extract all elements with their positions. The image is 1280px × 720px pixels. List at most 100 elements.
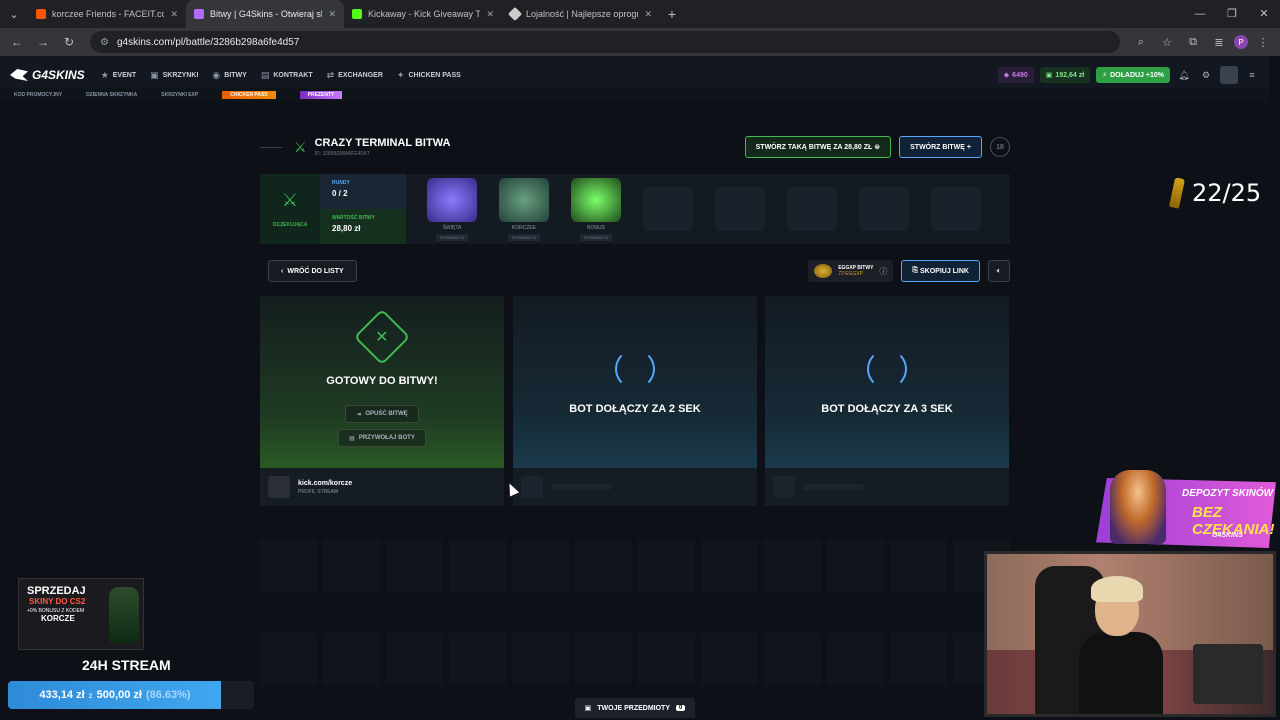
topup-button[interactable]: ⚡ DOŁADUJ +10% — [1096, 67, 1170, 83]
info-icon[interactable]: ⓘ — [879, 266, 887, 277]
case-name: BONUS — [587, 224, 605, 231]
close-icon[interactable]: ✕ — [170, 9, 178, 20]
new-tab-plus-icon[interactable]: + — [660, 6, 684, 22]
subnav-gifts-banner[interactable]: PREZENTY — [299, 91, 343, 99]
close-icon[interactable]: ✕ — [328, 9, 336, 20]
player-slot-2: BOT DOŁĄCZY ZA 2 SEK — [513, 296, 757, 506]
status-label: OCZEKUJĄCA — [272, 222, 308, 228]
bot-join-text: BOT DOŁĄCZY ZA 3 SEK — [821, 403, 953, 415]
goal-text: 433,14 zł z 500,00 zł (86.63%) — [8, 681, 222, 709]
bot-join-text: BOT DOŁĄCZY ZA 2 SEK — [569, 403, 701, 415]
sub-nav: KOD PROMOCYJNY DZIENNA SKRZYNKA SKRZYNKI… — [0, 88, 1270, 102]
address-bar[interactable]: ⚙ g4skins.com/pl/battle/3286b298a6fe4d57 — [90, 31, 1120, 53]
bot-icon: ▤ — [349, 435, 355, 442]
empty-slot — [859, 187, 909, 231]
site-info-icon[interactable]: ⚙ — [100, 37, 109, 48]
media-icon[interactable]: ≣ — [1208, 36, 1230, 49]
hamburger-menu-icon[interactable]: ≡ — [1244, 70, 1260, 80]
nav-chicken-pass[interactable]: ✦ CHICKEN PASS — [397, 70, 461, 81]
check-odds-button[interactable]: SPRAWDŹ % — [579, 233, 613, 241]
bottle-icon — [1168, 177, 1186, 209]
menu-kebab-icon[interactable]: ⋮ — [1252, 36, 1274, 49]
bolt-icon: ⚡ — [1102, 72, 1108, 79]
stream-title: 24H STREAM — [82, 657, 171, 673]
empty-round-slot — [632, 174, 704, 244]
value-info: WARTOŚĆ BITWY 28,80 zł — [320, 209, 406, 244]
rounds-label: RUNDY — [332, 180, 350, 186]
diamond-favicon-icon — [507, 6, 523, 22]
case-item[interactable]: ŚWIĘTA SPRAWDŹ % — [416, 174, 488, 244]
subnav-promo-code[interactable]: KOD PROMOCYJNY — [14, 92, 62, 98]
main-nav: ★ EVENT ▣ SKRZYNKI ◉ BITWY ▤ KONTRAKT ⇄ EXCHA… — [101, 70, 461, 81]
create-battle-button[interactable]: STWÓRZ BITWĘ + — [899, 136, 982, 158]
create-same-battle-button[interactable]: STWÓRZ TAKĄ BITWĘ ZA 28,80 ZŁ ⊜ — [744, 136, 892, 158]
subnav-daily-case[interactable]: DZIENNA SKRZYNKA — [86, 92, 137, 98]
controls-right: EGGXP BITWY 72 EGGXP ⓘ ⎘ SKOPIUJ LINK 🔈︎ — [808, 260, 1010, 282]
button-label: TWOJE PRZEDMIOTY — [597, 704, 670, 712]
sword-icon: ⚔ — [294, 138, 307, 155]
player-slot-3: BOT DOŁĄCZY ZA 3 SEK — [765, 296, 1009, 506]
browser-tab-faceit[interactable]: korczee Friends - FACEIT.com ✕ — [28, 0, 186, 28]
window-controls: — ❐ ✕ — [1184, 0, 1280, 28]
case-item[interactable]: KORCZEE SPRAWDŹ % — [488, 174, 560, 244]
case-item[interactable]: BONUS SPRAWDŹ % — [560, 174, 632, 244]
check-odds-button[interactable]: SPRAWDŹ % — [435, 233, 469, 241]
close-icon[interactable]: ✕ — [486, 9, 494, 20]
balance-value: 192,64 zł — [1055, 71, 1085, 79]
coins-balance[interactable]: ◆ 6490 — [997, 67, 1034, 83]
sound-toggle-icon[interactable]: 🔈︎ — [988, 260, 1010, 282]
battle-value: 28,80 zł — [332, 224, 361, 233]
restore-icon[interactable]: ❐ — [1216, 0, 1248, 28]
profile-avatar[interactable]: P — [1234, 35, 1248, 49]
browser-tab-kickaway[interactable]: Kickaway - Kick Giveaway Tool ✕ — [344, 0, 502, 28]
g4skins-logo[interactable]: G4SKINS — [10, 68, 85, 82]
nav-skrzynki[interactable]: ▣ SKRZYNKI — [150, 70, 198, 81]
stream-counter: 22/25 — [1168, 177, 1261, 209]
close-icon[interactable]: ✕ — [644, 9, 652, 20]
reload-icon[interactable]: ↻ — [58, 35, 80, 49]
bell-icon[interactable]: 🔔︎ — [1176, 70, 1192, 81]
nav-kontrakt[interactable]: ▤ KONTRAKT — [261, 70, 313, 81]
subnav-exp-cases[interactable]: SKRZYNKI EXP — [161, 92, 198, 98]
close-window-icon[interactable]: ✕ — [1248, 0, 1280, 28]
divider — [260, 146, 282, 148]
plus-icon: + — [966, 143, 971, 151]
nav-exchanger[interactable]: ⇄ EXCHANGER — [327, 70, 383, 81]
case-image — [427, 177, 477, 222]
extensions-puzzle-icon[interactable]: ⧉ — [1182, 36, 1204, 49]
zoom-icon[interactable]: ⌕ — [1130, 36, 1152, 49]
my-items-button[interactable]: ▣ TWOJE PRZEDMIOTY 0 — [575, 698, 695, 718]
coin-icon: ◆ — [1003, 72, 1010, 79]
bookmark-star-icon[interactable]: ☆ — [1156, 36, 1178, 49]
back-arrow-icon[interactable]: ← — [6, 35, 28, 49]
box-icon: ▣ — [150, 69, 159, 80]
coins-value: 6490 — [1012, 71, 1028, 79]
battle-controls: ‹ WRÓĆ DO LISTY EGGXP BITWY 72 EGGXP ⓘ ⎘ … — [268, 260, 1010, 282]
contract-icon: ▤ — [260, 69, 270, 80]
nav-event[interactable]: ★ EVENT — [101, 70, 136, 81]
nav-bitwy[interactable]: ◉ BITWY — [212, 70, 246, 81]
browser-tab-lojalnosc[interactable]: Lojalność | Najlepsze oprogram ✕ — [502, 0, 660, 28]
player-info[interactable]: kick.com/korcze PROFIL STREAM — [260, 468, 504, 506]
wallet-balance[interactable]: ▣ 192,64 zł — [1039, 67, 1091, 83]
back-to-list-button[interactable]: ‹ WRÓĆ DO LISTY — [268, 260, 357, 282]
forward-arrow-icon[interactable]: → — [32, 35, 54, 49]
check-odds-button[interactable]: SPRAWDŹ % — [507, 233, 541, 241]
user-avatar[interactable] — [1220, 66, 1238, 84]
leave-battle-button[interactable]: ⇥ OPUŚĆ BITWĘ — [345, 405, 419, 423]
gear-icon[interactable]: ⚙ — [1198, 70, 1214, 81]
subnav-chicken-pass-banner[interactable]: CHICKEN PASS — [222, 91, 276, 99]
empty-slot — [787, 187, 837, 231]
nav-label: CHICKEN PASS — [408, 71, 461, 79]
case-image — [499, 177, 549, 222]
tab-search-icon[interactable]: ⌄ — [0, 0, 28, 28]
copy-link-button[interactable]: ⎘ SKOPIUJ LINK — [901, 260, 980, 282]
empty-round-slot — [920, 174, 992, 244]
player-info-placeholder — [513, 468, 757, 506]
call-bots-button[interactable]: ▤ PRZYWOŁAJ BOTY — [338, 429, 426, 447]
minimize-icon[interactable]: — — [1184, 0, 1216, 28]
browser-tab-g4skins[interactable]: Bitwy | G4Skins - Otwieraj skrzy ✕ — [186, 0, 344, 28]
nav-label: KONTRAKT — [273, 71, 313, 79]
avatar-placeholder — [773, 476, 795, 498]
battle-emblem-icon: ⚔ — [281, 190, 299, 210]
